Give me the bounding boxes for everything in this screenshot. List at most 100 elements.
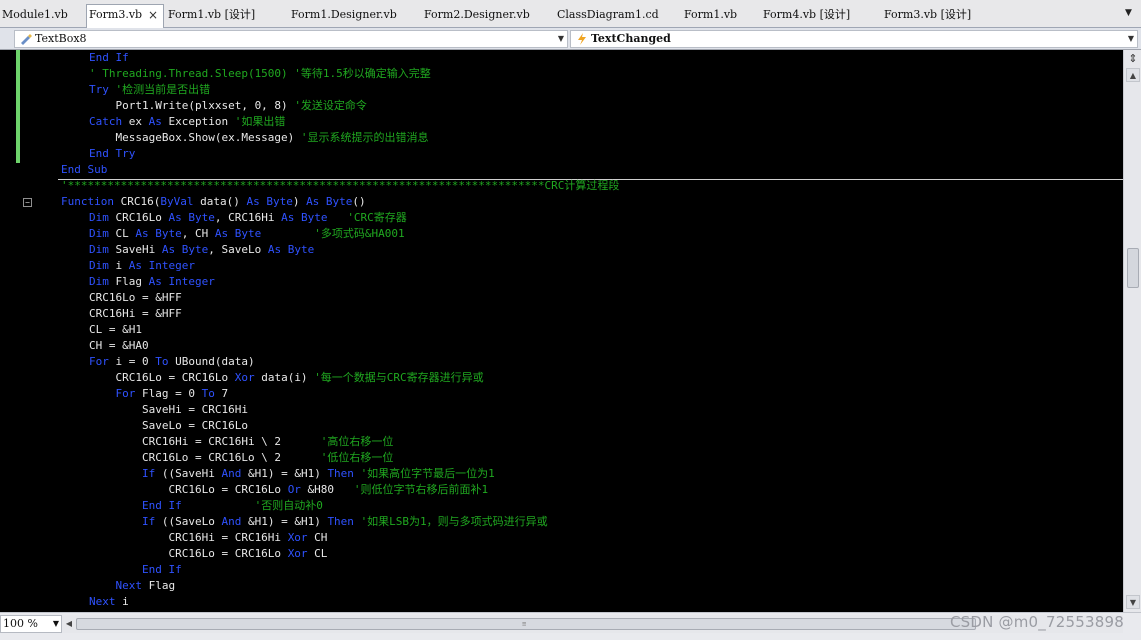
tab-form1-vb-design[interactable]: Form1.vb [设计] (166, 5, 286, 27)
code-line[interactable]: '***************************************… (61, 178, 619, 194)
code-line[interactable]: Next Flag (89, 578, 176, 594)
code-line[interactable]: MessageBox.Show(ex.Message) '显示系统提示的出错消息 (89, 130, 429, 146)
code-comment: 'CRC寄存器 (347, 211, 407, 224)
code-text: CH (307, 531, 328, 544)
code-keyword: As Byte (161, 243, 209, 256)
code-line[interactable]: CH = &HA0 (89, 338, 149, 354)
tab-form1-vb[interactable]: Form1.vb (682, 5, 758, 27)
code-line[interactable]: CRC16Lo = CRC16Lo Or &H80 '则低位字节右移后前面补1 (89, 482, 488, 498)
code-keyword: For (89, 355, 109, 368)
grip-icon: ≡ (522, 620, 527, 628)
scroll-down-icon[interactable]: ▼ (1126, 595, 1140, 609)
scroll-left-icon[interactable]: ◀ (62, 616, 76, 632)
split-view-icon[interactable]: ⇕ (1126, 52, 1140, 66)
code-line[interactable]: SaveLo = CRC16Lo (89, 418, 248, 434)
code-line[interactable]: Dim CL As Byte, CH As Byte '多项式码&HA001 (89, 226, 405, 242)
code-line[interactable]: Dim i As Integer (89, 258, 195, 274)
code-line[interactable]: End Try (89, 146, 135, 162)
code-keyword: As Byte (246, 195, 293, 208)
code-text: ex (122, 115, 149, 128)
code-text: CL (108, 227, 136, 240)
code-comment: '显示系统提示的出错消息 (300, 131, 429, 144)
code-keyword: Xor (287, 547, 308, 560)
textbox-object-icon (19, 32, 33, 46)
code-line[interactable]: End If '否则自动补0 (89, 498, 323, 514)
code-line[interactable]: CRC16Hi = CRC16Hi \ 2 '高位右移一位 (89, 434, 393, 450)
code-comment: '否则自动补0 (254, 499, 323, 512)
tab-form4-vb-design[interactable]: Form4.vb [设计] (761, 5, 879, 27)
code-text: i (108, 259, 129, 272)
code-keyword: Try (89, 83, 109, 96)
code-keyword: As Byte (267, 243, 315, 256)
zoom-value: 100 % (3, 617, 38, 630)
code-line[interactable]: ' Threading.Thread.Sleep(1500) '等待1.5秒以确… (89, 66, 431, 82)
code-comment: '检测当前是否出错 (115, 83, 211, 96)
code-text: CRC16( (113, 195, 161, 208)
code-text: CL = &H1 (89, 323, 142, 336)
tab-form2-designer-vb[interactable]: Form2.Designer.vb (422, 5, 552, 27)
zoom-combo[interactable]: 100 % ▼ (0, 615, 62, 633)
code-line[interactable]: End Sub (61, 162, 107, 178)
scroll-up-icon[interactable]: ▲ (1126, 68, 1140, 82)
horizontal-scroll-thumb[interactable]: ≡ (76, 618, 976, 630)
tab-form3-vb[interactable]: Form3.vb × (86, 4, 164, 28)
code-text: 7 (214, 387, 229, 400)
tab-classdiagram1-cd[interactable]: ClassDiagram1.cd (555, 5, 679, 27)
chevron-down-icon: ▼ (52, 619, 59, 628)
vertical-scroll-thumb[interactable] (1127, 248, 1139, 288)
code-line[interactable]: For Flag = 0 To 7 (89, 386, 229, 402)
code-text: , CRC16Hi (214, 211, 282, 224)
code-comment: '***************************************… (61, 179, 620, 192)
code-editor[interactable]: − End If ' Threading.Thread.Sleep(1500) '… (0, 50, 1123, 612)
code-keyword: Or (287, 483, 301, 496)
code-text: &H1) = &H1) (241, 515, 328, 528)
close-icon[interactable]: × (147, 9, 159, 21)
code-comment: '则低位字节右移后前面补1 (353, 483, 489, 496)
code-line[interactable]: CRC16Lo = &HFF (89, 290, 182, 306)
event-combo[interactable]: TextChanged ▼ (570, 30, 1138, 48)
code-line[interactable]: Dim CRC16Lo As Byte, CRC16Hi As Byte 'CR… (89, 210, 407, 226)
tab-list-dropdown-icon[interactable]: ▼ (1125, 8, 1137, 22)
code-line[interactable]: Next i (89, 594, 129, 610)
code-line[interactable]: Catch ex As Exception '如果出错 (89, 114, 285, 130)
collapse-icon[interactable]: − (23, 198, 32, 207)
code-text: , CH (181, 227, 215, 240)
tab-label: Form4.vb [设计] (763, 8, 851, 21)
code-line[interactable]: Try '检测当前是否出错 (89, 82, 210, 98)
code-line[interactable]: CRC16Lo = CRC16Lo Xor data(i) '每一个数据与CRC… (89, 370, 483, 386)
code-line[interactable]: SaveHi = CRC16Hi (89, 402, 248, 418)
vertical-scrollbar[interactable]: ⇕ ▲ ▼ (1123, 50, 1141, 612)
code-keyword: As Byte (306, 195, 353, 208)
code-line[interactable]: For i = 0 To UBound(data) (89, 354, 255, 370)
code-line[interactable]: Dim SaveHi As Byte, SaveLo As Byte (89, 242, 314, 258)
code-line[interactable]: If ((SaveHi And &H1) = &H1) Then '如果高位字节… (89, 466, 495, 482)
tab-module1-vb[interactable]: Module1.vb (0, 5, 86, 27)
code-line[interactable]: Function CRC16(ByVal data() As Byte) As … (61, 194, 366, 210)
tab-form1-designer-vb[interactable]: Form1.Designer.vb (289, 5, 419, 27)
changed-lines-marker (16, 50, 20, 163)
tab-label: Form3.vb (89, 8, 143, 21)
code-line[interactable]: End If (89, 562, 182, 578)
code-line[interactable]: CRC16Hi = &HFF (89, 306, 182, 322)
code-line[interactable]: Port1.Write(plxxset, 0, 8) '发送设定命令 (89, 98, 366, 114)
code-text: SaveHi (108, 243, 162, 256)
code-line[interactable]: If ((SaveLo And &H1) = &H1) Then '如果LSB为… (89, 514, 548, 530)
object-combo[interactable]: TextBox8 ▼ (14, 30, 568, 48)
code-line[interactable]: CRC16Lo = CRC16Lo Xor CL (89, 546, 327, 562)
code-text: CRC16Lo = &HFF (89, 291, 182, 304)
code-text: data(i) (254, 371, 315, 384)
code-keyword: Next (89, 595, 116, 608)
code-line[interactable]: CRC16Hi = CRC16Hi Xor CH (89, 530, 327, 546)
code-line[interactable]: CL = &H1 (89, 322, 142, 338)
code-line[interactable]: End If (89, 50, 129, 66)
code-line[interactable]: CRC16Lo = CRC16Lo \ 2 '低位右移一位 (89, 450, 393, 466)
code-text: Exception (161, 115, 235, 128)
code-line[interactable]: Dim Flag As Integer (89, 274, 215, 290)
tab-form3-vb-design[interactable]: Form3.vb [设计] (882, 5, 1000, 27)
event-combo-value: TextChanged (591, 32, 671, 45)
document-tab-strip: Module1.vb Form3.vb × Form1.vb [设计] Form1… (0, 0, 1141, 28)
